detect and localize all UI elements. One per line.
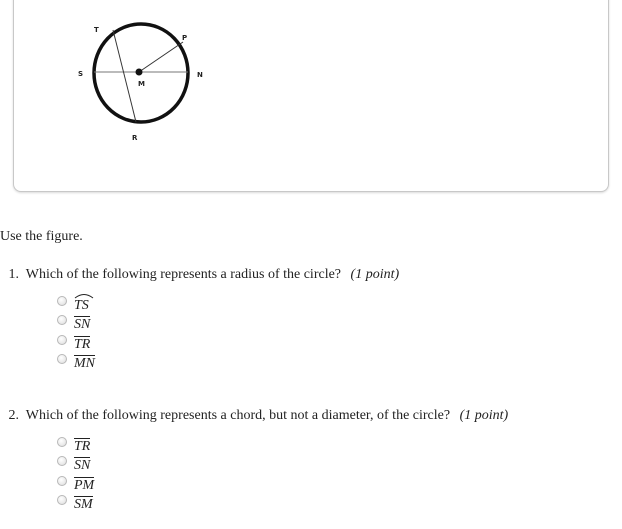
- option-label: MN: [74, 355, 95, 372]
- radius-mp: [138, 41, 184, 73]
- figure-panel: T P S N M R: [13, 0, 609, 192]
- radio-button[interactable]: [57, 295, 67, 306]
- option[interactable]: MN: [57, 354, 95, 374]
- radio-button[interactable]: [57, 456, 67, 467]
- arc-icon: [74, 294, 94, 299]
- question-2-options: TR SN PM SM: [57, 436, 95, 515]
- question-text: Which of the following represents a chor…: [25, 408, 451, 423]
- question-1-options: TS SN TR MN: [57, 294, 95, 374]
- label-n: N: [197, 71, 203, 79]
- label-p: P: [182, 34, 187, 42]
- option-label: TR: [74, 437, 91, 454]
- option[interactable]: TR: [57, 334, 95, 354]
- question-1: 1. Which of the following represents a r…: [0, 267, 400, 283]
- option[interactable]: TR: [57, 436, 94, 456]
- center-point-m: [135, 68, 143, 76]
- question-number: 1.: [8, 267, 20, 282]
- chord-tr: [112, 29, 137, 123]
- label-m: M: [138, 80, 145, 88]
- radio-button[interactable]: [57, 495, 67, 506]
- radio-button[interactable]: [57, 354, 67, 365]
- label-t: T: [94, 26, 99, 34]
- question-points: (1 point): [350, 267, 400, 282]
- option[interactable]: SN: [57, 315, 95, 335]
- instructions: Use the figure.: [0, 229, 83, 244]
- option-label: TR: [74, 335, 91, 352]
- radio-button[interactable]: [57, 475, 67, 486]
- circle-figure: T P S N M R: [78, 22, 203, 142]
- option-label-arc: TS: [74, 294, 94, 313]
- radio-button[interactable]: [57, 436, 67, 447]
- option-label: SN: [74, 316, 91, 333]
- option-label: SM: [74, 496, 93, 513]
- option[interactable]: SM: [57, 495, 94, 515]
- option[interactable]: SN: [57, 456, 94, 476]
- option[interactable]: TS: [57, 294, 95, 315]
- radio-button[interactable]: [57, 315, 67, 326]
- question-2: 2. Which of the following represents a c…: [0, 408, 509, 424]
- option-label: PM: [74, 476, 95, 493]
- question-points: (1 point): [459, 408, 509, 423]
- option-label: SN: [74, 457, 91, 474]
- label-r: R: [132, 134, 138, 142]
- radio-button[interactable]: [57, 334, 67, 345]
- label-s: S: [78, 70, 83, 78]
- question-text: Which of the following represents a radi…: [25, 267, 342, 282]
- option[interactable]: PM: [57, 475, 95, 495]
- question-number: 2.: [8, 408, 20, 423]
